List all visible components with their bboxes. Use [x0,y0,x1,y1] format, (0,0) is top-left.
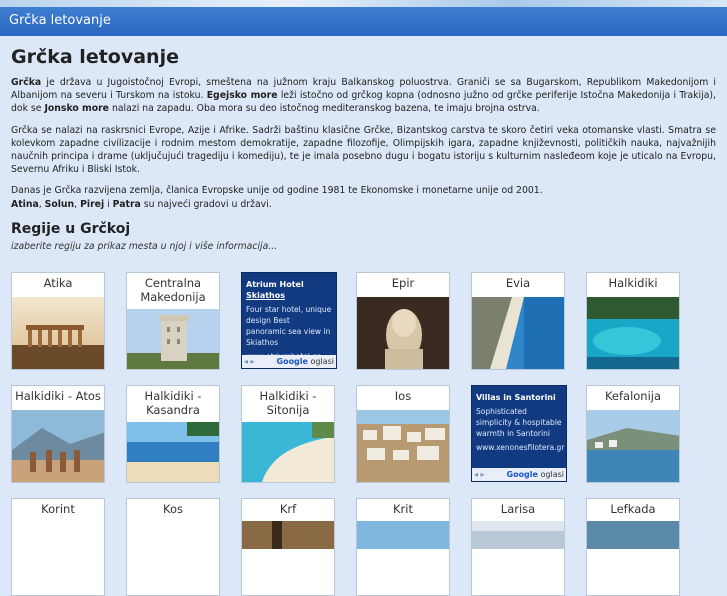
region-image [587,410,679,482]
intro-bold-term: Egejsko more [206,90,278,102]
region-tile-evia[interactable]: Evia [471,272,565,370]
region-label: Centralna Makedonija [140,276,206,304]
region-label: Atika [43,276,73,290]
ad-footer: ◂ ▸ Google oglasi [472,468,566,481]
cities-text: Atina, Solun, Pirej i Patra su najveći g… [11,199,272,210]
page-title: Grčka letovanje [11,46,179,68]
region-tile-ios[interactable]: Ios [356,385,450,483]
ad-nav-arrows-icon[interactable]: ◂ ▸ [474,469,485,480]
region-tile-larisa[interactable]: Larisa [471,498,565,596]
region-image [242,422,334,482]
region-tile-halkidiki[interactable]: Halkidiki [586,272,680,370]
region-image [472,297,564,369]
cities-text-run: i [104,198,113,210]
region-image [357,410,449,482]
header-banner-strip [0,0,727,7]
history-paragraph: Grčka se nalazi na raskrsnici Evrope, Az… [11,124,716,176]
ad-footer-text: oglasi [540,470,565,479]
cities-bold-term: Solun [44,198,75,210]
cities-bold-term: Atina [11,198,39,210]
region-tile-lefkada[interactable]: Lefkada [586,498,680,596]
header-bar: Grčka letovanje [0,0,727,36]
ad-url[interactable]: www.xenonesfilotera.gr [476,442,564,453]
region-image [587,297,679,369]
ad-box-santorini[interactable]: Villas in Santorini Sophisticated simpli… [471,385,567,482]
google-ads-label[interactable]: Google oglasi [277,356,335,367]
region-tile-centralna-makedonija[interactable]: Centralna Makedonija [126,272,220,370]
intro-paragraph: Grčka je država u Jugoistočnoj Evropi, s… [11,76,716,116]
google-logo: Google [506,470,538,479]
ad-body: Sophisticated simplicity & hospitable wa… [476,407,562,438]
ad-box-atrium[interactable]: Atrium Hotel Skiathos Four star hotel, u… [241,272,337,369]
region-tile-kefalonija[interactable]: Kefalonija [586,385,680,483]
region-image [12,297,104,369]
region-label: Ios [394,389,412,403]
cities-bold-term: Patra [112,198,141,210]
region-label: Korint [41,502,75,516]
region-label: Halkidiki [608,276,658,290]
ad-footer: ◂ ▸ Google oglasi [242,355,336,368]
region-image [127,422,219,482]
header-title[interactable]: Grčka letovanje [9,13,111,28]
cities-bold-term: Pirej [80,198,105,210]
ad-title[interactable]: Atrium Hotel [246,279,332,290]
region-tile-kos[interactable]: Kos [126,498,220,596]
region-image [127,309,219,369]
regions-note: izaberite regiju za prikaz mesta u njoj … [11,240,278,252]
region-label: Evia [505,276,531,290]
region-tile-krf[interactable]: Krf [241,498,335,596]
regions-heading: Regije u Grčkoj [11,220,131,237]
ad-nav-arrows-icon[interactable]: ◂ ▸ [244,356,255,367]
region-label: Kos [163,502,183,516]
region-label: Larisa [500,502,536,516]
intro-bold-term: Grčka [11,77,42,88]
region-label: Krit [393,502,413,516]
intro-bold-term: Jonsko more [44,103,109,115]
region-tile-krit[interactable]: Krit [356,498,450,596]
today-text: Danas je Grčka razvijena zemlja, članica… [11,185,543,197]
region-tile-atika[interactable]: Atika [11,272,105,370]
region-label: Kefalonija [604,389,662,403]
region-tile-korint[interactable]: Korint [11,498,105,596]
today-paragraph: Danas je Grčka razvijena zemlja, članica… [11,184,716,210]
region-image [12,410,104,482]
google-logo: Google [276,357,308,366]
region-tile-halkidiki-sitonija[interactable]: Halkidiki - Sitonija [241,385,335,483]
region-tile-epir[interactable]: Epir [356,272,450,370]
ad-footer-text: oglasi [310,357,335,366]
region-label: Halkidiki - Atos [15,389,101,403]
region-label: Halkidiki - Kasandra [144,389,202,417]
main-content: Grčka letovanje Grčka je država u Jugois… [11,46,716,252]
cities-text-run: su najveći gradovi u državi. [140,198,272,210]
region-tile-halkidiki-atos[interactable]: Halkidiki - Atos [11,385,105,483]
region-tile-halkidiki-kasandra[interactable]: Halkidiki - Kasandra [126,385,220,483]
ad-body: Four star hotel, unique design Best pano… [246,305,332,347]
region-label: Lefkada [610,502,656,516]
intro-text-run: nalazi na zapadu. Oba mora su deo istočn… [108,103,540,115]
region-label: Halkidiki - Sitonija [259,389,317,417]
region-label: Krf [279,502,297,516]
region-label: Epir [391,276,415,290]
region-image [357,297,449,369]
ad-subtitle-link[interactable]: Skiathos [246,290,332,301]
ad-title[interactable]: Villas in Santorini [476,392,562,403]
google-ads-label[interactable]: Google oglasi [507,469,565,480]
